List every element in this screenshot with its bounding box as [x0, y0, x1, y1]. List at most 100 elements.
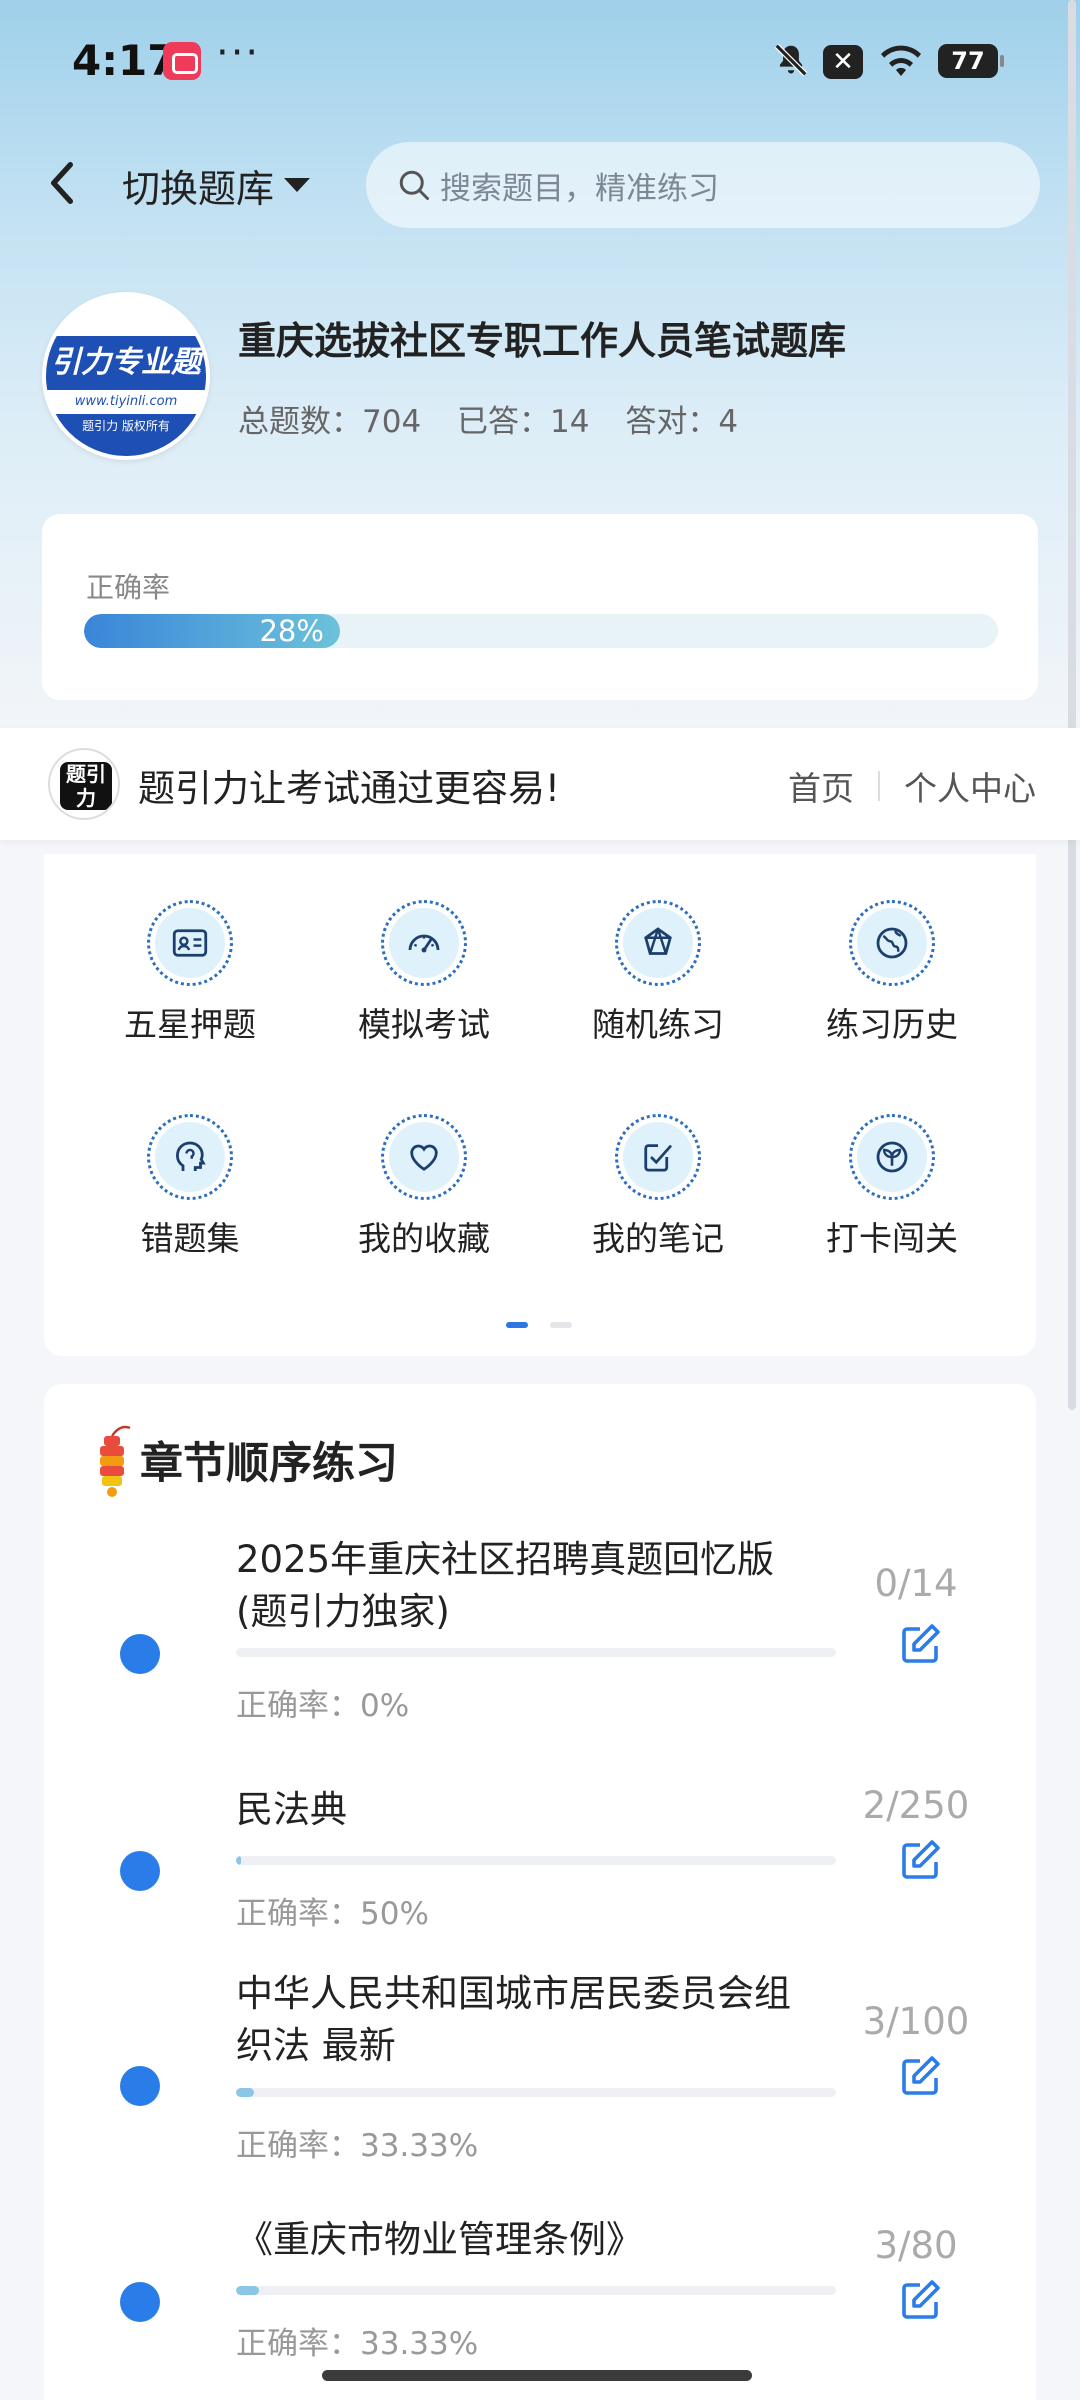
x-app-icon: ✕	[823, 45, 863, 79]
menu-pager[interactable]	[506, 1322, 594, 1328]
logo-footer-text: 题引力 版权所有	[46, 414, 206, 456]
menu-label: 打卡闯关	[826, 1219, 958, 1258]
chapter-count: 3/100	[862, 2000, 970, 2043]
switch-bank-label: 切换题库	[122, 166, 275, 211]
chapter-progress-fill	[236, 2088, 254, 2097]
menu-item-five-star[interactable]: 五星押题	[90, 900, 290, 1070]
chapter-accuracy: 正确率：33.33%	[236, 2128, 479, 2164]
chapter-status-dot	[120, 1634, 160, 1674]
id-card-icon	[172, 929, 208, 957]
chapter-title-line: (题引力独家)	[236, 1590, 450, 1633]
profile-link[interactable]: 个人中心	[904, 762, 1036, 810]
home-indicator[interactable]	[322, 2370, 752, 2381]
wifi-icon	[881, 45, 921, 76]
chapter-row[interactable]: 中华人民共和国城市居民委员会组 织法 最新 正确率：33.33% 3/100	[44, 1968, 1036, 2168]
home-link[interactable]: 首页	[788, 762, 854, 810]
scrollbar[interactable]	[1068, 0, 1076, 1410]
firecracker-icon	[100, 1425, 131, 1497]
search-icon	[399, 170, 429, 200]
brand-logo[interactable]: 题引力	[48, 748, 120, 820]
edit-icon[interactable]	[896, 2052, 944, 2100]
status-bar: 4:17 ··· ✕ 77	[0, 0, 1080, 126]
heart-icon	[410, 1144, 438, 1171]
pager-dot-active[interactable]	[506, 1322, 528, 1328]
answered-count: 已答：14	[457, 404, 590, 440]
feature-menu-card: 五星押题 模拟考试 随机练习 练习历史 错题集 我的收藏 我的笔记 打卡闯关	[44, 854, 1036, 1356]
chapter-status-dot	[120, 2066, 160, 2106]
note-check-icon	[644, 1144, 672, 1172]
chapter-title-line: 中华人民共和国城市居民委员会组	[236, 1972, 791, 2015]
network-icon	[644, 927, 672, 955]
accuracy-card: 正确率 28%	[42, 514, 1038, 700]
chapter-practice-card: 章节顺序练习 2025年重庆社区招聘真题回忆版 (题引力独家) 正确率：0% 0…	[44, 1384, 1036, 2400]
brand-links: 首页 个人中心	[788, 762, 1036, 810]
chapter-title: 2025年重庆社区招聘真题回忆版 (题引力独家)	[236, 1534, 836, 1638]
chapter-header: 章节顺序练习	[92, 1420, 398, 1500]
menu-item-random-practice[interactable]: 随机练习	[558, 900, 758, 1070]
menu-item-favorites[interactable]: 我的收藏	[324, 1114, 524, 1284]
total-questions: 总题数：704	[238, 404, 422, 440]
menu-label: 我的笔记	[592, 1219, 724, 1258]
bank-title: 重庆选拔社区专职工作人员笔试题库	[238, 319, 847, 363]
edit-icon[interactable]	[896, 1836, 944, 1884]
accuracy-progress-fill: 28%	[84, 614, 340, 648]
search-placeholder: 搜索题目，精准练习	[440, 170, 719, 207]
back-arrow-icon[interactable]	[42, 158, 82, 208]
menu-item-wrong-questions[interactable]: 错题集	[90, 1114, 290, 1284]
caret-down-icon	[284, 178, 311, 192]
globe-icon	[876, 927, 908, 959]
chapter-row[interactable]: 2025年重庆社区招聘真题回忆版 (题引力独家) 正确率：0% 0/14	[44, 1534, 1036, 1734]
edit-icon[interactable]	[896, 1620, 944, 1668]
menu-item-notes[interactable]: 我的笔记	[558, 1114, 758, 1284]
chapter-progress-fill	[236, 2286, 259, 2295]
app-notification-icon	[163, 42, 201, 80]
menu-label: 模拟考试	[358, 1005, 490, 1044]
accuracy-label: 正确率	[86, 571, 171, 604]
switch-bank-dropdown[interactable]: 切换题库	[122, 158, 311, 212]
bell-off-icon	[774, 43, 808, 77]
speedometer-icon	[408, 934, 440, 953]
chapter-count: 3/80	[874, 2224, 958, 2267]
edit-icon[interactable]	[896, 2276, 944, 2324]
menu-label: 五星押题	[124, 1005, 256, 1044]
search-input[interactable]: 搜索题目，精准练习	[366, 142, 1040, 228]
chapter-progress-fill	[236, 1856, 241, 1865]
brand-strip: 题引力 题引力让考试通过更容易! 首页 个人中心	[0, 728, 1080, 840]
menu-label: 错题集	[140, 1219, 240, 1258]
sprout-icon	[876, 1141, 908, 1173]
menu-label: 练习历史	[826, 1005, 958, 1044]
chapter-progress-track	[236, 1648, 836, 1657]
chapter-progress-track	[236, 2088, 836, 2097]
brand-slogan: 题引力让考试通过更容易!	[138, 767, 560, 810]
head-icon	[175, 1141, 206, 1171]
status-time: 4:17	[72, 36, 177, 85]
chapter-row[interactable]: 民法典 正确率：50% 2/250	[44, 1784, 1036, 1984]
chapter-accuracy: 正确率：33.33%	[236, 2326, 479, 2362]
chapter-count: 0/14	[874, 1562, 958, 1605]
chapter-progress-track	[236, 2286, 836, 2295]
bank-stats: 总题数：704 已答：14 答对：4	[238, 396, 764, 441]
correct-count: 答对：4	[625, 404, 739, 440]
pager-dot[interactable]	[550, 1322, 572, 1328]
question-bank-logo: 引力专业题 www.tiyinli.com 题引力 版权所有	[42, 292, 210, 460]
logo-brand-text: 引力专业题	[46, 336, 206, 390]
menu-item-checkin[interactable]: 打卡闯关	[792, 1114, 992, 1284]
chapter-title-line: 2025年重庆社区招聘真题回忆版	[236, 1538, 775, 1581]
chapter-title: 民法典	[236, 1784, 836, 1836]
menu-item-history[interactable]: 练习历史	[792, 900, 992, 1070]
chapter-status-dot	[120, 2282, 160, 2322]
accuracy-progress-track: 28%	[84, 614, 998, 648]
chapter-count: 2/250	[862, 1784, 970, 1827]
battery-indicator: 77	[938, 44, 1004, 78]
chapter-accuracy: 正确率：0%	[236, 1688, 410, 1724]
chapter-accuracy: 正确率：50%	[236, 1896, 429, 1932]
menu-label: 我的收藏	[358, 1219, 490, 1258]
more-notifications-icon: ···	[216, 30, 261, 76]
logo-url-text: www.tiyinli.com	[46, 390, 206, 414]
chapter-progress-track	[236, 1856, 836, 1865]
chapter-status-dot	[120, 1851, 160, 1891]
chapter-section-title: 章节顺序练习	[140, 1439, 398, 1489]
chapter-title: 《重庆市物业管理条例》	[236, 2214, 836, 2266]
brand-logo-text: 题引力	[60, 762, 112, 810]
menu-item-mock-exam[interactable]: 模拟考试	[324, 900, 524, 1070]
